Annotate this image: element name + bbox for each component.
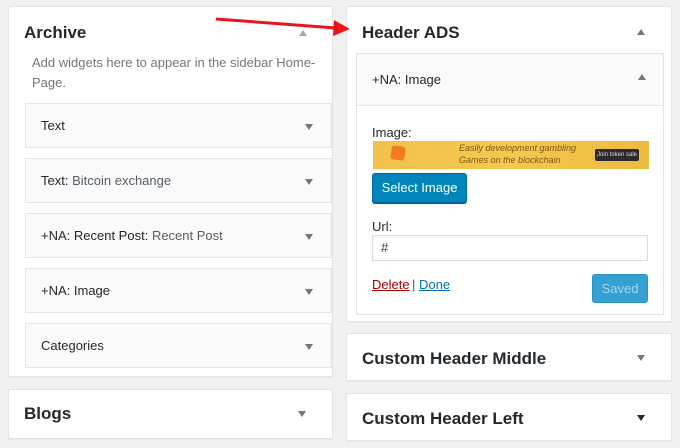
annotation-arrow-icon [215, 17, 350, 36]
url-input[interactable]: # [372, 235, 648, 261]
widget-sublabel: Bitcoin exchange [72, 173, 172, 188]
expand-icon[interactable] [305, 124, 313, 130]
expand-icon[interactable] [305, 179, 313, 185]
expand-icon[interactable] [637, 415, 645, 421]
widget-label: Text [41, 118, 65, 133]
banner-text: Easily development gambling [459, 143, 577, 153]
archive-sidebar: Archive Add widgets here to appear in th… [8, 6, 333, 377]
collapse-icon[interactable] [637, 29, 645, 35]
collapse-icon[interactable] [638, 74, 646, 80]
expand-icon[interactable] [637, 355, 645, 361]
widget-recent-post[interactable]: +NA: Recent Post: Recent Post [25, 213, 332, 258]
done-link[interactable]: Done [419, 277, 450, 292]
widget-label: +NA: Image [41, 283, 111, 298]
widget-sublabel: Recent Post [151, 228, 223, 243]
widget-label: +NA: Recent Post [41, 228, 145, 243]
banner-cta: Join token sale [595, 149, 639, 161]
widget-image[interactable]: +NA: Image [25, 268, 332, 313]
header-ads-sidebar: Header ADS +NA: Image Image: Easily deve… [346, 6, 672, 322]
annotation-arrowhead [333, 20, 350, 36]
image-widget-header[interactable]: +NA: Image [357, 54, 663, 106]
expand-icon[interactable] [305, 344, 313, 350]
image-label: Image: [372, 125, 412, 140]
banner-image: Easily development gambling Games on the… [373, 141, 649, 169]
widget-text[interactable]: Text [25, 103, 332, 148]
link-separator: | [412, 277, 416, 292]
expand-icon[interactable] [305, 234, 313, 240]
custom-header-left-title[interactable]: Custom Header Left [362, 409, 524, 429]
select-image-button[interactable]: Select Image [372, 173, 467, 203]
image-widget: +NA: Image Image: Easily development gam… [356, 53, 664, 315]
url-label: Url: [372, 219, 393, 234]
expand-icon[interactable] [298, 411, 306, 417]
widget-categories[interactable]: Categories [25, 323, 332, 368]
widget-label: Categories [41, 338, 104, 353]
custom-header-middle-title[interactable]: Custom Header Middle [362, 349, 546, 369]
expand-icon[interactable] [305, 289, 313, 295]
logo-icon [390, 145, 406, 161]
delete-link[interactable]: Delete [372, 277, 410, 292]
saved-button[interactable]: Saved [592, 274, 648, 303]
annotation-arrow-line [215, 17, 337, 30]
widget-text-bitcoin[interactable]: Text: Bitcoin exchange [25, 158, 332, 203]
widget-label: Text [41, 173, 65, 188]
header-ads-title[interactable]: Header ADS [362, 23, 460, 43]
blogs-title[interactable]: Blogs [24, 404, 71, 424]
custom-header-middle-sidebar[interactable]: Custom Header Middle [346, 333, 672, 381]
banner-text: Games on the blockchain [459, 155, 561, 165]
custom-header-left-sidebar[interactable]: Custom Header Left [346, 393, 672, 441]
image-widget-title: +NA: Image [372, 72, 442, 87]
archive-description: Add widgets here to appear in the sideba… [32, 55, 316, 90]
archive-title[interactable]: Archive [24, 23, 86, 43]
blogs-sidebar[interactable]: Blogs [8, 389, 333, 439]
